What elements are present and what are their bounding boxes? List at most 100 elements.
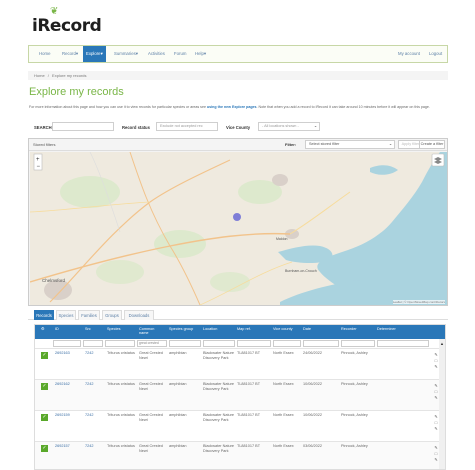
cell-common-name: Great Crested Newt [139,413,163,422]
filter-id[interactable] [53,340,81,347]
checkmark-icon: ✓ [41,352,48,359]
nav-summaries-label: Summaries [114,51,136,56]
search-label: SEARCH [34,125,52,130]
create-filter-button[interactable]: Create a filter [419,140,445,149]
cell-common-name: Great Crested Newt [139,351,163,360]
cell-date: 24/06/2022 [303,351,323,355]
table-row[interactable]: ✓ 2692163 7242 Triturus cristatus Great … [35,348,445,379]
cell-id[interactable]: 2692163 [55,351,70,356]
tab-records[interactable]: Records [34,310,54,320]
intro-part1: For more information about this page and… [29,105,206,109]
breadcrumb-home[interactable]: Home [34,73,45,78]
header-vice-county[interactable]: Vice county [273,327,293,331]
cell-species: Triturus cristatus [107,351,135,355]
scroll-up-icon[interactable]: ▲ [439,341,445,347]
nav-forum[interactable]: Forum [171,46,189,62]
cell-common-name: Great Crested Newt [139,382,163,391]
cell-src[interactable]: 7242 [85,382,93,387]
tab-groups[interactable]: Groups [102,310,122,320]
header-common-name[interactable]: Common name [139,327,163,336]
table-row[interactable]: ✓ 2692157 7242 Triturus cristatus Great … [35,441,445,469]
results-tabs: Records Species Families Groups Download… [28,308,448,320]
cell-date: 03/06/2022 [303,444,323,448]
cell-id[interactable]: 2692157 [55,444,70,449]
filter-location[interactable] [203,340,235,347]
cell-vice-county: North Essex [273,444,294,448]
cell-vice-county: North Essex [273,351,294,355]
cell-species: Triturus cristatus [107,413,135,417]
search-input[interactable] [52,122,114,131]
cell-map-ref: TL881017 BT [237,444,261,448]
header-map-ref[interactable]: Map ref. [237,327,251,331]
filter-map-ref[interactable] [237,340,271,347]
place-label-burnham: Burnham-on-Crouch [285,269,317,273]
intro-help-link[interactable]: using the new Explore pages [207,105,257,109]
map-view[interactable]: + − Chelmsford Maldon Burnham-on-Crouch … [30,152,447,305]
header-species-group[interactable]: Species group [169,327,193,331]
header-date[interactable]: Date [303,327,311,331]
header-location[interactable]: Location [203,327,217,331]
cell-vice-county: North Essex [273,382,294,386]
cell-id[interactable]: 2692159 [55,413,70,418]
nav-record-label: Record [62,51,76,56]
grid-header: ⚙ ID Src Species Common name Species gro… [35,325,445,339]
checkmark-icon: ✓ [41,445,48,452]
irecord-logo[interactable]: ❦ iRecord [30,6,102,36]
cell-species: Triturus cristatus [107,444,135,448]
grid-scrollbar[interactable] [439,339,445,469]
cell-src[interactable]: 7242 [85,351,93,356]
header-settings-icon[interactable]: ⚙ [41,327,44,331]
stored-filter-select[interactable]: Select stored filter ⌄ [305,140,395,149]
vice-county-select[interactable]: - All locations shown - ⌄ [258,122,320,131]
header-species[interactable]: Species [107,327,121,331]
nav-help[interactable]: Help▾ [192,46,209,62]
table-row[interactable]: ✓ 2692159 7242 Triturus cristatus Great … [35,410,445,441]
logo-wordmark: iRecord [32,16,102,36]
cell-recorder: Pinnock, Ashley [341,444,368,448]
cell-location: Blackwater Nature Discovery Park [203,444,235,453]
header-id[interactable]: ID [55,327,59,331]
nav-summaries[interactable]: Summaries▾ [111,46,141,62]
cell-location: Blackwater Nature Discovery Park [203,351,235,360]
cell-id[interactable]: 2692162 [55,382,70,387]
breadcrumb-current: Explore my records [52,73,87,78]
nav-my-account[interactable]: My account [395,46,423,62]
filter-species-group[interactable] [169,340,201,347]
cell-species-group: amphibian [169,413,187,417]
filter-src[interactable] [83,340,103,347]
nav-home[interactable]: Home [36,46,53,62]
tab-species[interactable]: Species [56,310,76,320]
header-determiner[interactable]: Determiner [377,327,396,331]
map-canvas: + − Chelmsford Maldon Burnham-on-Crouch [30,152,447,305]
nav-explore[interactable]: Explore▾ [83,46,106,62]
zoom-out-icon[interactable]: − [37,164,41,170]
cell-recorder: Pinnock, Ashley [341,382,368,386]
tab-downloads[interactable]: Downloads [124,310,154,320]
record-status-select[interactable]: Exclude not accepted rec [156,122,218,131]
cell-src[interactable]: 7242 [85,444,93,449]
filter-recorder[interactable] [341,340,375,347]
grid-filter-row: great crested [35,339,445,348]
filter-date[interactable] [303,340,339,347]
table-row[interactable]: ✓ 2692162 7242 Triturus cristatus Great … [35,379,445,410]
cell-species: Triturus cristatus [107,382,135,386]
map-attribution: Leaflet | © OpenStreetMap contributors [392,300,445,304]
cell-location: Blackwater Nature Discovery Park [203,413,235,422]
filter-species[interactable] [105,340,135,347]
header-src[interactable]: Src [85,327,91,331]
cell-map-ref: TL881017 BT [237,413,261,417]
map-panel-header: Stored filters Filter: Select stored fil… [29,139,447,151]
breadcrumb: Home / Explore my records [28,71,448,80]
filter-common-name[interactable]: great crested [137,340,167,347]
cell-src[interactable]: 7242 [85,413,93,418]
record-marker[interactable] [233,213,241,221]
filter-vice-county[interactable] [273,340,301,347]
cell-vice-county: North Essex [273,413,294,417]
filter-determiner[interactable] [377,340,429,347]
nav-activities[interactable]: Activities [145,46,168,62]
header-recorder[interactable]: Recorder [341,327,357,331]
nav-record[interactable]: Record▾ [59,46,81,62]
tab-families[interactable]: Families [78,310,100,320]
nav-logout[interactable]: Logout [426,46,445,62]
zoom-in-icon[interactable]: + [36,157,40,163]
